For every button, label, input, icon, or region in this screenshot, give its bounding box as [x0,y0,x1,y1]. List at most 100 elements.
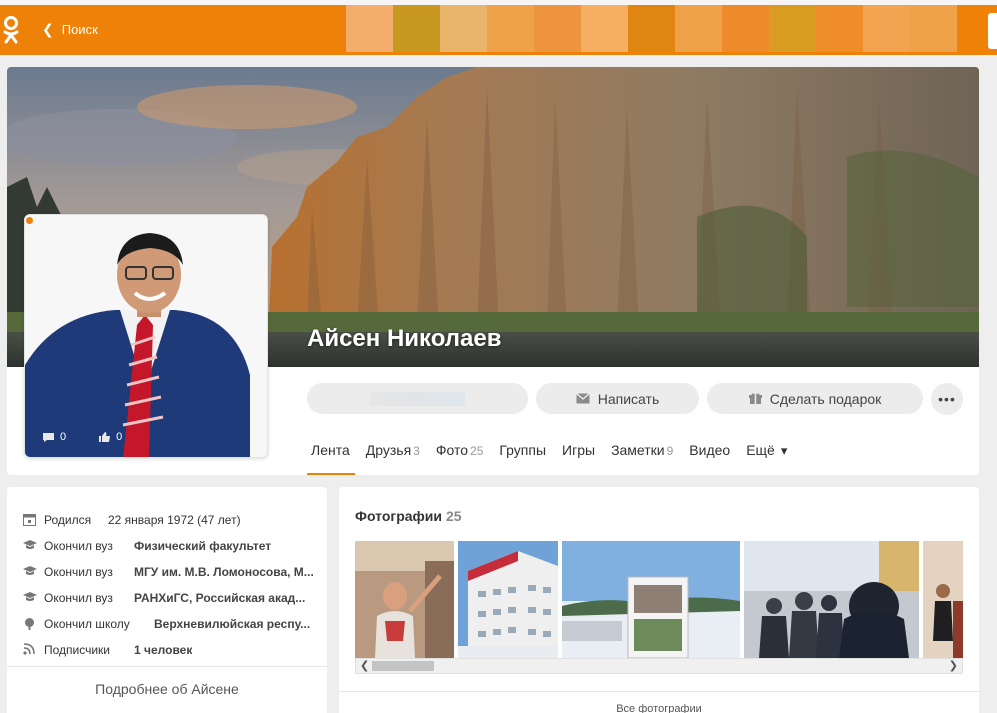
comment-icon [43,432,54,442]
photo-thumbnail[interactable] [458,541,558,658]
tab-label: Ещё [746,442,775,458]
profile-tabs: Лента Друзья 3 Фото 25 Группы Игры Заметки 9 Виде… [311,442,803,459]
avatar-comments[interactable]: 0 [42,431,66,443]
tab-label: Заметки [611,442,665,458]
likes-count: 0 [116,431,123,443]
about-row-value: 22 января 1972 (47 лет) [108,513,241,527]
gift-icon [748,393,762,404]
banner-tile [487,5,534,52]
avatar-likes[interactable]: 0 [98,431,122,443]
banner-tile [628,5,675,52]
about-row: Окончил вуз МГУ им. М.В. Ломоносова, М... [23,565,314,579]
profile-name: Айсен Николаев [307,325,502,352]
tab-5[interactable]: Игры [562,442,595,459]
profile-avatar[interactable] [24,214,268,458]
banner-tile [910,5,957,52]
about-row-value[interactable]: РАНХиГС, Российская акад... [134,591,305,605]
gift-label: Сделать подарок [769,390,882,407]
banner-tile [346,5,393,52]
back-label: Поиск [61,22,98,37]
about-row-label: Окончил вуз [44,539,113,553]
online-status-dot [26,217,33,224]
tab-4[interactable]: Группы [499,442,546,459]
more-dots-icon: ••• [938,391,956,407]
chevron-left-icon: ❮ [42,21,54,37]
tab-label: Лента [311,442,350,458]
about-row-label: Родился [44,513,92,527]
scroll-left-icon[interactable]: ❮ [360,659,369,673]
photos-scrollbar[interactable]: ❮ ❯ [355,658,963,674]
about-divider [7,666,327,667]
about-row-label: Окончил вуз [44,591,113,605]
photos-strip [355,541,963,658]
photos-count: 25 [446,508,462,524]
tab-label: Фото [435,442,469,458]
back-to-search-link[interactable]: ❮ Поиск [42,21,98,38]
photo-thumbnail[interactable] [744,541,919,658]
scroll-right-icon[interactable]: ❯ [949,659,958,673]
friend-request-button[interactable] [307,383,528,414]
about-row: Окончил вуз РАНХиГС, Российская акад... [23,591,305,605]
tab-7[interactable]: Видео [689,442,730,459]
thumbs-up-icon [99,432,111,442]
calendar-icon [23,513,37,527]
tab-2[interactable]: Друзья 3 [366,442,420,459]
about-row-value[interactable]: 1 человек [134,643,192,657]
odnoklassniki-logo-icon[interactable] [2,15,20,45]
about-row: Окончил вуз Физический факультет [23,539,271,553]
tab-6[interactable]: Заметки 9 [611,442,673,459]
about-row: Родился 22 января 1972 (47 лет) [23,513,241,527]
photo-thumbnail[interactable] [355,541,454,658]
photos-title-label: Фотографии [355,508,443,524]
banner-tile [769,5,816,52]
about-row-label: Окончил школу [44,617,130,631]
banner-tile [393,5,440,52]
tab-label: Группы [499,442,547,458]
more-actions-button[interactable]: ••• [931,383,963,415]
banner-tile [534,5,581,52]
write-label: Написать [597,390,660,407]
about-row-label: Подписчики [44,643,111,657]
tab-1[interactable]: Лента [311,442,350,459]
make-gift-button[interactable]: Сделать подарок [707,383,923,414]
rss-icon [23,643,37,657]
tab-label: Видео [689,442,731,458]
tab-8[interactable]: Ещё ▾ [746,442,787,459]
comments-count: 0 [60,431,67,443]
tab-label: Друзья [365,442,412,458]
graduation-cap-icon [23,565,37,579]
header-banner-mosaic [346,5,957,52]
banner-tile [581,5,628,52]
photo-thumbnail[interactable] [562,541,740,658]
graduation-cap-icon [23,539,37,553]
about-card: Родился 22 января 1972 (47 лет) Окончил ву… [7,487,327,713]
about-row: Подписчики 1 человек [23,643,192,657]
write-message-button[interactable]: Написать [536,383,699,414]
tab-count: 25 [470,444,484,458]
banner-tile [816,5,863,52]
top-navigation-bar: ❮ Поиск [0,5,997,55]
graduation-cap-icon [23,591,37,605]
tab-count: 9 [666,444,674,458]
banner-tile [722,5,769,52]
about-row-value[interactable]: Верхневилюйская респу... [154,617,310,631]
school-icon [23,617,37,631]
tab-count: 3 [413,444,420,458]
dropdown-caret-icon: ▾ [780,443,788,458]
tab-3[interactable]: Фото 25 [436,442,484,459]
active-tab-indicator [307,473,355,475]
more-about-link[interactable]: Подробнее об Айсене [7,681,327,697]
banner-tile [675,5,722,52]
banner-tile [863,5,910,52]
photos-card: Фотографии 25 ❮ ❯ Все фотографии [339,487,979,713]
photo-thumbnail[interactable] [923,541,963,658]
all-photos-link[interactable]: Все фотографии [339,703,979,713]
photos-title[interactable]: Фотографии 25 [355,508,462,524]
about-row-value[interactable]: МГУ им. М.В. Ломоносова, М... [134,565,314,579]
redacted-button-label [370,391,465,406]
scrollbar-thumb[interactable] [372,661,434,671]
about-row: Окончил школу Верхневилюйская респу... [23,617,310,631]
about-row-value[interactable]: Физический факультет [134,539,271,553]
about-row-label: Окончил вуз [44,565,113,579]
tab-label: Игры [562,442,596,458]
